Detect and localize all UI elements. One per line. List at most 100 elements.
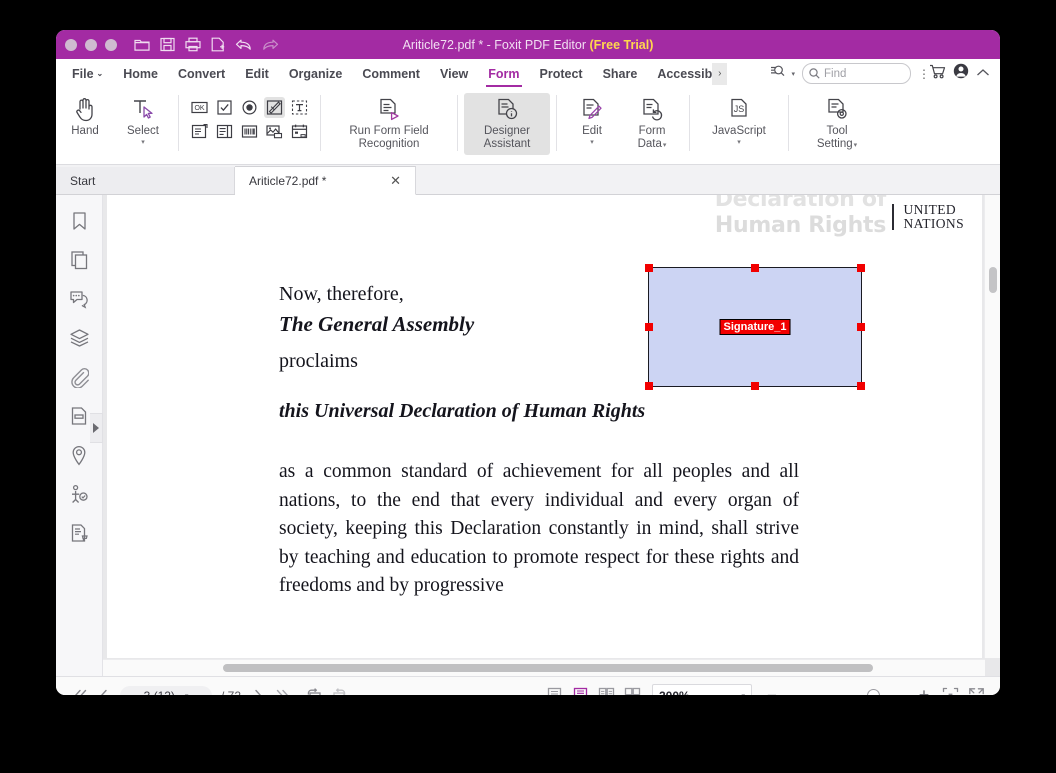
menu-item-form[interactable]: Form: [486, 63, 521, 85]
two-page-view-icon[interactable]: [595, 685, 618, 696]
attachments-icon[interactable]: [65, 363, 93, 391]
undo-icon[interactable]: [235, 38, 252, 52]
document-viewport[interactable]: Declaration of Human Rights UNITED NATIO…: [103, 195, 1000, 676]
zoom-out-button[interactable]: −: [760, 684, 784, 696]
form-data-button[interactable]: Form Data ▾: [621, 93, 683, 151]
menu-item-protect[interactable]: Protect: [538, 63, 585, 85]
date-field-icon[interactable]: [289, 121, 310, 142]
form-fields-icon[interactable]: [65, 402, 93, 430]
run-form-field-recognition-button[interactable]: Run Form Field Recognition: [327, 93, 451, 151]
signature-field-icon[interactable]: [264, 97, 285, 118]
save-icon[interactable]: [160, 37, 175, 52]
account-avatar-icon[interactable]: [953, 63, 969, 84]
two-page-continuous-view-icon[interactable]: [621, 685, 644, 696]
new-from-file-icon[interactable]: [211, 37, 225, 52]
zoom-slider-knob[interactable]: [867, 689, 880, 695]
cart-icon[interactable]: [929, 64, 946, 84]
select-tool-button[interactable]: Select ▾: [114, 93, 172, 146]
resize-handle-top-center[interactable]: [751, 264, 759, 272]
edit-form-button[interactable]: Edit ▾: [563, 93, 621, 146]
barcode-field-icon[interactable]: [239, 121, 260, 142]
previous-page-icon[interactable]: [92, 684, 116, 696]
first-page-icon[interactable]: [68, 684, 92, 696]
menu-item-comment[interactable]: Comment: [360, 63, 422, 85]
window-controls[interactable]: [65, 39, 117, 51]
chevron-down-icon[interactable]: ▾: [590, 139, 594, 146]
redo-icon[interactable]: [262, 38, 279, 52]
digital-signatures-icon[interactable]: [65, 480, 93, 508]
tab-article72-pdf[interactable]: Ariticle72.pdf * ✕: [235, 166, 416, 195]
designer-assistant-button[interactable]: Designer Assistant: [464, 93, 550, 155]
search-options-icon[interactable]: [770, 64, 788, 84]
chevron-down-icon[interactable]: ▾: [663, 142, 667, 149]
resize-handle-middle-left[interactable]: [645, 323, 653, 331]
collapse-ribbon-icon[interactable]: [976, 65, 990, 83]
close-window-button[interactable]: [65, 39, 77, 51]
hand-tool-button[interactable]: Hand: [56, 93, 114, 138]
chevron-down-icon[interactable]: ▾: [185, 692, 189, 696]
resize-handle-bottom-center[interactable]: [751, 382, 759, 390]
tab-start[interactable]: Start: [56, 167, 235, 194]
pdf-page[interactable]: Declaration of Human Rights UNITED NATIO…: [107, 195, 982, 658]
check-box-field-icon[interactable]: [214, 97, 235, 118]
comments-icon[interactable]: [65, 285, 93, 313]
open-icon[interactable]: [134, 37, 150, 52]
bookmarks-icon[interactable]: [65, 207, 93, 235]
image-field-icon[interactable]: [264, 121, 285, 142]
menu-item-share[interactable]: Share: [601, 63, 640, 85]
signature-form-field[interactable]: Signature_1: [648, 267, 862, 387]
page-number-input[interactable]: 3 (12) ▾: [120, 686, 212, 696]
radio-button-field-icon[interactable]: [239, 97, 260, 118]
search-input[interactable]: Find: [802, 63, 911, 84]
more-options-icon[interactable]: ⋮: [918, 71, 922, 77]
menu-item-view[interactable]: View: [438, 63, 470, 85]
resize-handle-middle-right[interactable]: [857, 323, 865, 331]
chevron-down-icon[interactable]: ▾: [854, 142, 858, 149]
page-thumbnails-icon[interactable]: [65, 246, 93, 274]
fit-page-icon[interactable]: [938, 684, 962, 696]
menu-item-accessibility[interactable]: Accessib: [655, 63, 714, 85]
tool-setting-button[interactable]: Tool Setting ▾: [795, 93, 879, 151]
vertical-scrollbar[interactable]: [984, 195, 1000, 658]
zoom-slider[interactable]: [793, 689, 903, 696]
menu-item-file[interactable]: File⌄: [70, 63, 105, 85]
resize-handle-bottom-right[interactable]: [857, 382, 865, 390]
menu-item-edit[interactable]: Edit: [243, 63, 271, 85]
stamps-icon[interactable]: [65, 519, 93, 547]
vertical-scrollbar-thumb[interactable]: [989, 267, 997, 293]
layers-icon[interactable]: [65, 324, 93, 352]
horizontal-scrollbar-thumb[interactable]: [223, 664, 873, 672]
horizontal-scrollbar[interactable]: [103, 659, 985, 676]
chevron-down-icon[interactable]: ▾: [141, 139, 145, 146]
full-screen-icon[interactable]: [964, 684, 988, 696]
menu-overflow-chevron-icon[interactable]: ›: [712, 63, 727, 85]
minimize-window-button[interactable]: [85, 39, 97, 51]
destinations-icon[interactable]: [65, 441, 93, 469]
menu-item-convert[interactable]: Convert: [176, 63, 227, 85]
zoom-level-input[interactable]: 200% ▾: [652, 684, 752, 695]
text-field-icon[interactable]: [289, 97, 310, 118]
next-page-icon[interactable]: [246, 684, 270, 696]
menu-item-organize[interactable]: Organize: [287, 63, 345, 85]
chevron-down-icon[interactable]: ▾: [741, 692, 745, 696]
resize-handle-top-left[interactable]: [645, 264, 653, 272]
push-button-field-icon[interactable]: OK: [189, 97, 210, 118]
expand-panel-arrow-icon[interactable]: [90, 413, 103, 443]
maximize-window-button[interactable]: [105, 39, 117, 51]
search-options-caret-icon[interactable]: ▾: [791, 70, 795, 78]
rotate-right-icon[interactable]: [326, 684, 350, 696]
resize-handle-bottom-left[interactable]: [645, 382, 653, 390]
zoom-in-button[interactable]: +: [912, 684, 936, 696]
combo-box-field-icon[interactable]: [189, 121, 210, 142]
last-page-icon[interactable]: [270, 684, 294, 696]
single-page-view-icon[interactable]: [543, 685, 566, 696]
javascript-button[interactable]: JS JavaScript ▾: [696, 93, 782, 146]
menu-item-home[interactable]: Home: [121, 63, 160, 85]
chevron-down-icon[interactable]: ▾: [737, 139, 741, 146]
continuous-scroll-view-icon[interactable]: [569, 685, 592, 696]
rotate-left-icon[interactable]: [302, 684, 326, 696]
list-box-field-icon[interactable]: [214, 121, 235, 142]
close-icon[interactable]: ✕: [368, 173, 401, 189]
resize-handle-top-right[interactable]: [857, 264, 865, 272]
print-icon[interactable]: [185, 37, 201, 52]
